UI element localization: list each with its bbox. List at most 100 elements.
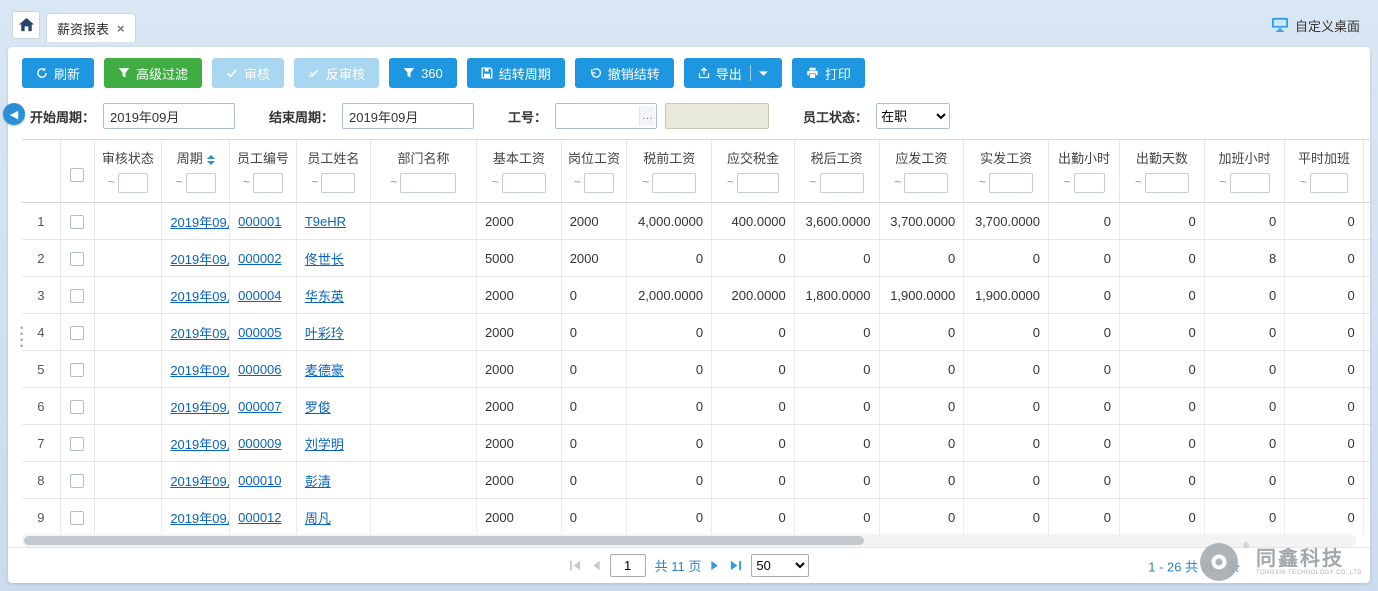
- filter-input-att_hours[interactable]: [1074, 173, 1105, 193]
- home-button[interactable]: [12, 11, 40, 39]
- filter-op-dropdown[interactable]: ~: [642, 175, 649, 189]
- filter-input-aftertax[interactable]: [820, 173, 864, 193]
- next-page-button[interactable]: [710, 560, 720, 571]
- column-header-actual[interactable]: 实发工资: [964, 140, 1049, 169]
- row-checkbox[interactable]: [70, 363, 84, 377]
- horizontal-scrollbar[interactable]: [22, 534, 1356, 547]
- filter-op-dropdown[interactable]: ~: [727, 175, 734, 189]
- column-header-tax[interactable]: 应交税金: [712, 140, 795, 169]
- filter-op-dropdown[interactable]: ~: [810, 175, 817, 189]
- column-header-weekday_ot[interactable]: 平时加班: [1285, 140, 1363, 169]
- row-checkbox[interactable]: [70, 511, 84, 525]
- filter-input-name[interactable]: [321, 173, 355, 193]
- emp_no-link[interactable]: 000005: [238, 325, 281, 340]
- column-header-emp_no[interactable]: 员工编号: [230, 140, 297, 169]
- print-button[interactable]: 打印: [792, 58, 865, 88]
- column-header-post[interactable]: 岗位工资: [561, 140, 627, 169]
- filter-input-basic[interactable]: [502, 173, 546, 193]
- end-period-input[interactable]: [342, 103, 474, 129]
- row-checkbox[interactable]: [70, 252, 84, 266]
- name-link[interactable]: T9eHR: [305, 214, 346, 229]
- column-header-aftertax[interactable]: 税后工资: [794, 140, 879, 169]
- customize-desktop-button[interactable]: 自定义桌面: [1271, 16, 1366, 35]
- name-link[interactable]: 佟世长: [305, 252, 344, 267]
- filter-input-period[interactable]: [186, 173, 216, 193]
- filter-op-dropdown[interactable]: ~: [1300, 175, 1307, 189]
- filter-op-dropdown[interactable]: ~: [108, 175, 115, 189]
- period-link[interactable]: 2019年09月: [170, 289, 229, 304]
- table-row[interactable]: 92019年09月000012周凡200000000000000: [22, 499, 1370, 535]
- emp_no-link[interactable]: 000006: [238, 362, 281, 377]
- filter-op-dropdown[interactable]: ~: [894, 175, 901, 189]
- column-header-pretax[interactable]: 税前工资: [627, 140, 712, 169]
- caret-down-icon[interactable]: [759, 70, 768, 77]
- column-header-att_days[interactable]: 出勤天数: [1120, 140, 1205, 169]
- filter-op-dropdown[interactable]: ~: [574, 175, 581, 189]
- row-checkbox[interactable]: [70, 400, 84, 414]
- filter-op-dropdown[interactable]: ~: [979, 175, 986, 189]
- row-checkbox[interactable]: [70, 437, 84, 451]
- filter-op-dropdown[interactable]: ~: [1064, 175, 1071, 189]
- column-header-period[interactable]: 周期: [162, 140, 230, 169]
- table-row[interactable]: 62019年09月000007罗俊200000000000000: [22, 388, 1370, 425]
- sort-icon[interactable]: [207, 155, 215, 165]
- column-header-sat_ot[interactable]: 周六加班: [1363, 140, 1370, 169]
- export-button[interactable]: 导出: [684, 58, 782, 88]
- undo-carryover-button[interactable]: 撤销结转: [575, 58, 674, 88]
- prev-page-button[interactable]: [591, 560, 601, 571]
- filter-op-dropdown[interactable]: ~: [1220, 175, 1227, 189]
- emp_no-link[interactable]: 000001: [238, 214, 281, 229]
- column-header-dept[interactable]: 部门名称: [371, 140, 477, 169]
- table-row[interactable]: 72019年09月000009刘学明200000000000000: [22, 425, 1370, 462]
- column-header-att_hours[interactable]: 出勤小时: [1049, 140, 1120, 169]
- row-checkbox[interactable]: [70, 326, 84, 340]
- name-link[interactable]: 彭清: [305, 474, 331, 489]
- page-number-input[interactable]: [610, 554, 646, 577]
- panel-collapse-button[interactable]: ◀: [3, 103, 25, 125]
- filter-op-dropdown[interactable]: ~: [492, 175, 499, 189]
- table-row[interactable]: 22019年09月000002佟世长500020000000000800: [22, 240, 1370, 277]
- emp_no-link[interactable]: 000009: [238, 436, 281, 451]
- filter-input-actual[interactable]: [989, 173, 1033, 193]
- period-link[interactable]: 2019年09月: [170, 400, 229, 415]
- carryover-period-button[interactable]: 结转周期: [467, 58, 565, 88]
- period-link[interactable]: 2019年09月: [170, 437, 229, 452]
- name-link[interactable]: 刘学明: [305, 437, 344, 452]
- refresh-button[interactable]: 刷新: [22, 58, 94, 88]
- filter-op-dropdown[interactable]: ~: [176, 175, 183, 189]
- filter-op-dropdown[interactable]: ~: [1135, 175, 1142, 189]
- table-row[interactable]: 32019年09月000004华东英200002,000.0000200.000…: [22, 277, 1370, 314]
- emp_no-link[interactable]: 000012: [238, 510, 281, 525]
- drag-handle[interactable]: ••••: [20, 325, 23, 349]
- filter-input-weekday_ot[interactable]: [1310, 173, 1348, 193]
- filter-op-dropdown[interactable]: ~: [243, 175, 250, 189]
- column-header-basic[interactable]: 基本工资: [476, 140, 561, 169]
- scrollbar-thumb[interactable]: [24, 536, 864, 545]
- filter-input-pretax[interactable]: [652, 173, 696, 193]
- emp_no-link[interactable]: 000007: [238, 399, 281, 414]
- filter-op-dropdown[interactable]: ~: [311, 175, 318, 189]
- emp_no-link[interactable]: 000004: [238, 288, 281, 303]
- last-page-button[interactable]: [729, 560, 742, 571]
- audit-button[interactable]: 审核: [212, 58, 284, 88]
- name-link[interactable]: 麦德豪: [305, 363, 344, 378]
- page-size-select[interactable]: 50: [751, 554, 809, 577]
- period-link[interactable]: 2019年09月: [170, 252, 229, 267]
- unaudit-button[interactable]: 反审核: [294, 58, 379, 88]
- filter-op-dropdown[interactable]: ~: [390, 175, 397, 189]
- tab-close-icon[interactable]: ×: [117, 22, 125, 35]
- name-link[interactable]: 周凡: [305, 511, 331, 526]
- filter-input-emp_no[interactable]: [253, 173, 283, 193]
- emp_no-link[interactable]: 000010: [238, 473, 281, 488]
- first-page-button[interactable]: [569, 560, 582, 571]
- emp_no-link[interactable]: 000002: [238, 251, 281, 266]
- period-link[interactable]: 2019年09月: [170, 474, 229, 489]
- emp-status-select[interactable]: 在职: [876, 103, 950, 129]
- table-row[interactable]: 82019年09月000010彭清200000000000000: [22, 462, 1370, 499]
- filter-360-button[interactable]: 360: [389, 58, 457, 88]
- select-all-checkbox[interactable]: [70, 168, 84, 182]
- name-link[interactable]: 罗俊: [305, 400, 331, 415]
- filter-input-audit_status[interactable]: [118, 173, 148, 193]
- start-period-input[interactable]: [103, 103, 235, 129]
- table-row[interactable]: 42019年09月000005叶彩玲200000000000000: [22, 314, 1370, 351]
